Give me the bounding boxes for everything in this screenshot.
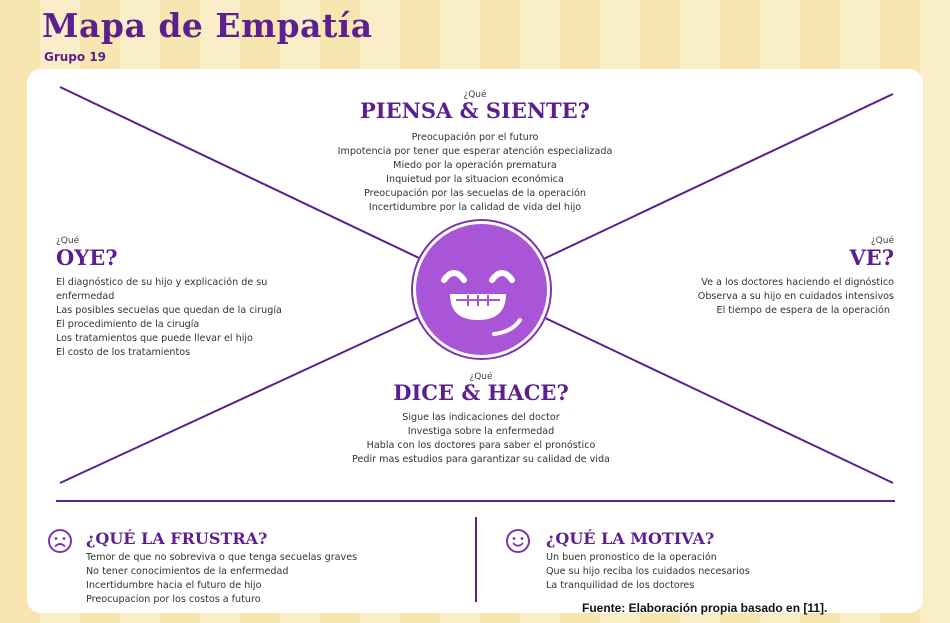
list-item: Pedir mas estudios para garantizar su ca…: [352, 454, 610, 465]
oye-items: El diagnóstico de su hijo y explicación …: [56, 276, 316, 360]
ve-items: Ve a los doctores haciendo el dignóstico…: [640, 276, 894, 318]
list-item: Preocupacion por los costos a futuro: [86, 594, 261, 605]
list-item: Incertidumbre por la calidad de vida del…: [368, 202, 582, 213]
sad-face-icon: [48, 529, 72, 553]
ve-section: ¿Qué VE? Ve a los doctores haciendo el d…: [640, 236, 894, 318]
oye-section: ¿Qué OYE? El diagnóstico de su hijo y ex…: [56, 236, 316, 360]
dice-hace-section: ¿Qué DICE & HACE? Sigue las indicaciones…: [300, 372, 662, 467]
ve-heading: VE?: [849, 245, 894, 270]
list-item: Inquietud por la situacion económica: [386, 174, 564, 185]
list-item: La tranquilidad de los doctores: [546, 580, 695, 591]
list-item: Miedo por la operación prematura: [393, 160, 557, 171]
list-item: El costo de los tratamientos: [56, 347, 191, 358]
dice-heading: DICE & HACE?: [393, 380, 569, 405]
list-item: Investiga sobre la enfermedad: [407, 426, 555, 437]
list-item: Que su hijo reciba los cuidados necesari…: [546, 566, 750, 577]
list-item: Preocupación por el futuro: [411, 132, 539, 143]
happy-face-icon: [506, 529, 530, 553]
list-item: No tener conocimientos de la enfermedad: [86, 566, 289, 577]
source-caption: Fuente: Elaboración propia basado en [11…: [582, 601, 828, 615]
piensa-items: Preocupación por el futuro Impotencia po…: [300, 131, 650, 215]
motiva-section: ¿QUÉ LA MOTIVA? Un buen pronostico de la…: [546, 529, 876, 593]
list-item: Preocupación por las secuelas de la oper…: [364, 188, 586, 199]
motiva-items: Un buen pronostico de la operación Que s…: [546, 551, 876, 593]
list-item: Sigue las indicaciones del doctor: [402, 412, 560, 423]
frustra-section: ¿QUÉ LA FRUSTRA? Temor de que no sobrevi…: [86, 529, 426, 607]
smiley-face-icon: [413, 221, 550, 358]
list-item: Los tratamientos que puede llevar el hij…: [56, 333, 253, 344]
list-item: Ve a los doctores haciendo el dignóstico: [701, 277, 894, 288]
list-item: Las posibles secuelas que quedan de la c…: [56, 305, 282, 316]
list-item: enfermedad: [56, 291, 115, 302]
piensa-siente-section: ¿Qué PIENSA & SIENTE? Preocupación por e…: [300, 90, 650, 215]
motiva-heading: ¿QUÉ LA MOTIVA?: [546, 529, 715, 548]
list-item: Temor de que no sobreviva o que tenga se…: [86, 552, 358, 563]
oye-heading: OYE?: [56, 245, 118, 270]
list-item: El diagnóstico de su hijo y explicación …: [56, 277, 268, 288]
list-item: Incertidumbre hacia el futuro de hijo: [86, 580, 262, 591]
frustra-heading: ¿QUÉ LA FRUSTRA?: [86, 529, 268, 548]
list-item: Habla con los doctores para saber el pro…: [366, 440, 596, 451]
list-item: Un buen pronostico de la operación: [546, 552, 717, 563]
frustra-items: Temor de que no sobreviva o que tenga se…: [86, 551, 426, 607]
dice-items: Sigue las indicaciones del doctor Invest…: [300, 411, 662, 467]
piensa-heading: PIENSA & SIENTE?: [360, 98, 590, 123]
list-item: Impotencia por tener que esperar atenció…: [337, 146, 613, 157]
list-item: El procedimiento de la cirugía: [56, 319, 200, 330]
list-item: Observa a su hijo en cuidados intensivos: [697, 291, 894, 302]
list-item: El tiempo de espera de la operación: [716, 305, 890, 316]
